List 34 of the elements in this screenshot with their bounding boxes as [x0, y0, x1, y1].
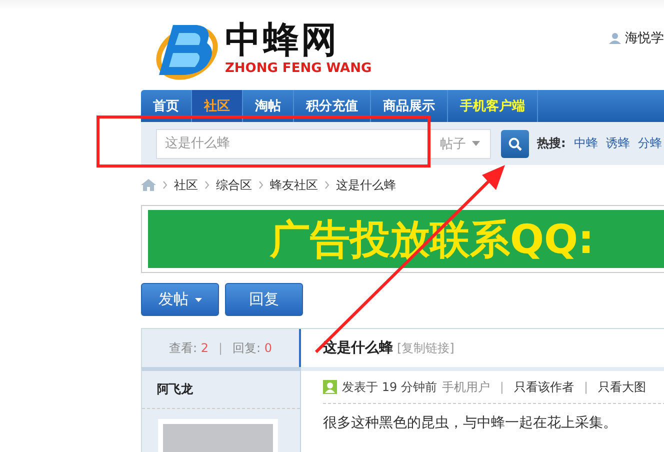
separator: | [584, 380, 588, 394]
caret-icon [472, 141, 480, 146]
separator: | [218, 341, 223, 355]
filter-link[interactable]: 只看该作者 [514, 378, 574, 396]
filter-link[interactable]: 只看大图 [598, 378, 646, 396]
search-field[interactable]: 这是什么蜂 帖子 [156, 128, 491, 158]
breadcrumb-link[interactable]: 蜂友社区 [270, 176, 318, 194]
user-link[interactable]: 海悦学 [625, 29, 664, 47]
copy-link[interactable]: [复制链接] [397, 340, 454, 356]
search-button[interactable] [501, 130, 529, 158]
logo-title: 中蜂网 [225, 20, 340, 60]
chevron-icon [325, 181, 329, 189]
reply-button[interactable]: 回复 [225, 283, 303, 316]
search-icon [508, 136, 522, 150]
post-time: 发表于 19 分钟前 [342, 378, 437, 396]
device-label: 手机用户 [442, 378, 490, 396]
chevron-icon [163, 181, 167, 189]
chevron-icon [259, 181, 263, 189]
hot-search-link[interactable]: 分蜂 [638, 135, 662, 152]
user-icon [323, 380, 337, 394]
post-body: 很多这种黑色的昆虫，与中蜂一起在花上采集。 [323, 414, 618, 432]
separator: | [500, 380, 504, 394]
hot-search-label: 热搜: [537, 135, 566, 152]
thread-stats: 查看: 2 | 回复: 0 [141, 329, 301, 367]
nav-tab[interactable]: 社区 [192, 90, 243, 122]
hot-search-link[interactable]: 中蜂 [574, 135, 598, 152]
logo-subtitle: ZHONG FENG WANG [225, 60, 372, 76]
new-post-button[interactable]: 发帖 [141, 283, 219, 316]
user-icon [609, 32, 621, 44]
chevron-icon [205, 181, 209, 189]
breadcrumb-link[interactable]: 这是什么蜂 [336, 176, 396, 194]
breadcrumb-link[interactable]: 综合区 [216, 176, 252, 194]
breadcrumb-link[interactable]: 社区 [174, 176, 198, 194]
hot-search-link[interactable]: 诱蜂 [606, 135, 630, 152]
